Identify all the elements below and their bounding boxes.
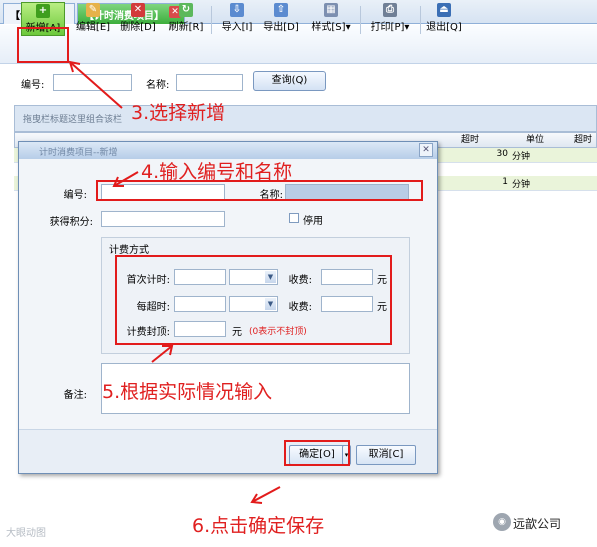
brand-name: 远歆公司 bbox=[513, 517, 562, 531]
arrow-step6 bbox=[250, 486, 281, 504]
annotation-arrows bbox=[68, 60, 281, 504]
watermark: 大眼动图 bbox=[6, 528, 46, 539]
wechat-icon: ◉ bbox=[493, 513, 511, 531]
arrow-step4 bbox=[112, 171, 139, 187]
step4-annotation: 4.输入编号和名称 bbox=[141, 161, 293, 183]
step6-annotation: 6.点击确定保存 bbox=[192, 515, 325, 537]
arrow-step3 bbox=[68, 60, 123, 109]
step5-annotation: 5.根据实际情况输入 bbox=[102, 381, 273, 403]
step3-annotation: 3.选择新增 bbox=[131, 102, 226, 124]
arrow-step5 bbox=[151, 345, 174, 363]
